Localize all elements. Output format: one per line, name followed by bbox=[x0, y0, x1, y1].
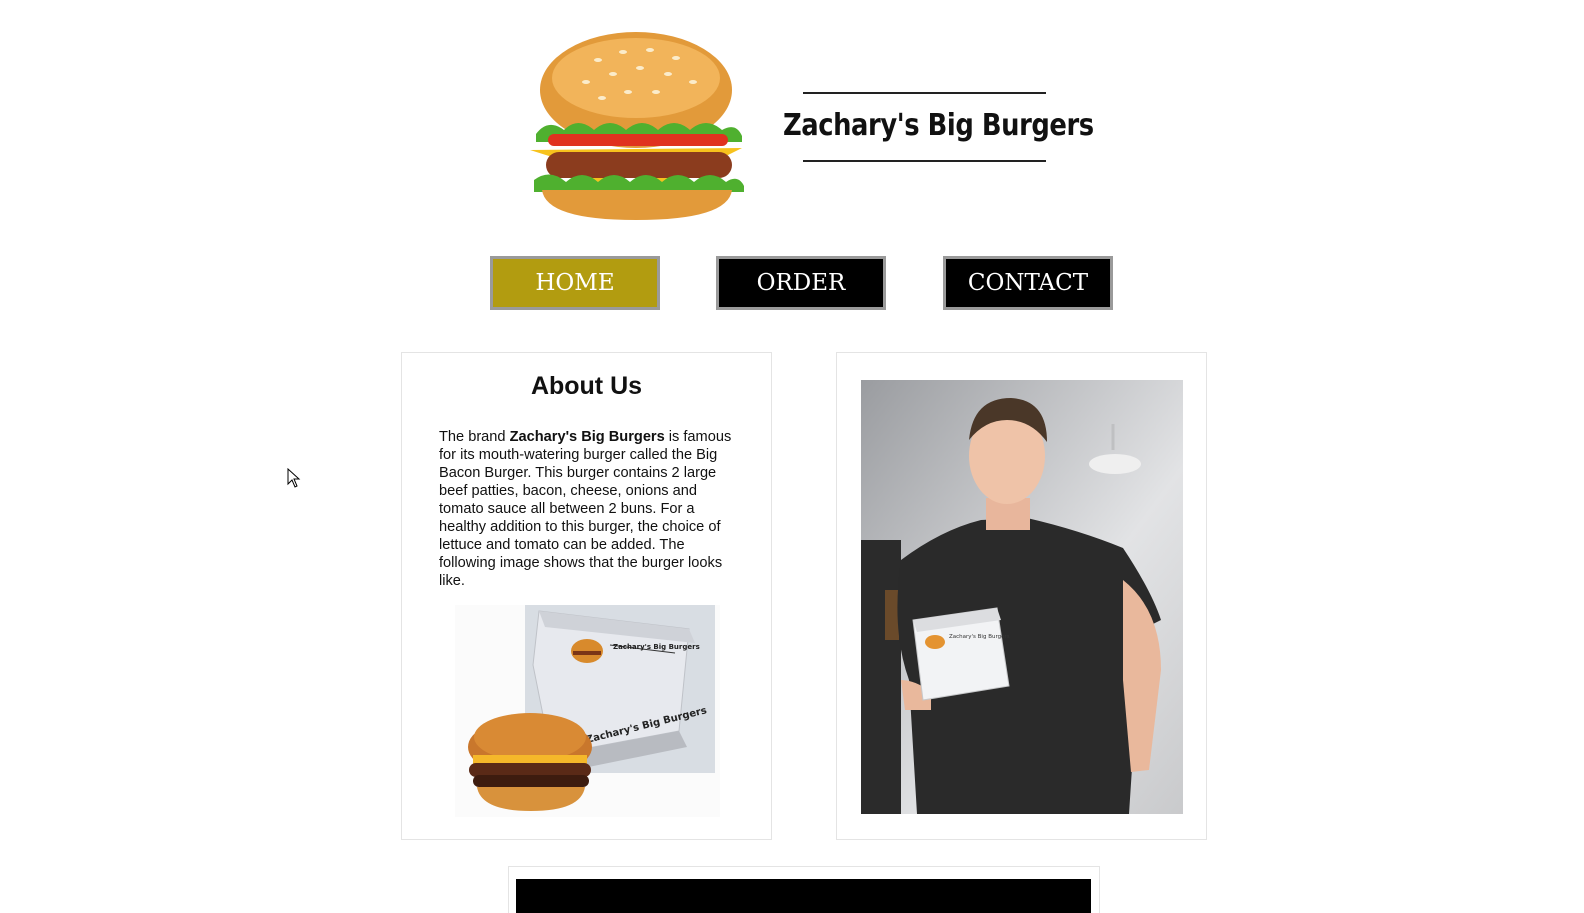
person-holding-box-photo: Zachary's Big Burgers bbox=[861, 380, 1183, 814]
burger-box-image: Zachary's Big Burgers Zachary's Big Burg… bbox=[455, 605, 720, 817]
nav-home-button[interactable]: HOME bbox=[490, 256, 660, 310]
box-print-top: Zachary's Big Burgers bbox=[613, 643, 700, 651]
nav-contact-button[interactable]: CONTACT bbox=[943, 256, 1113, 310]
about-text: The brand Zachary's Big Burgers is famou… bbox=[439, 428, 739, 590]
nav-order-button[interactable]: ORDER bbox=[716, 256, 886, 310]
about-body: is famous for its mouth-watering burger … bbox=[439, 429, 732, 589]
about-brand-bold: Zachary's Big Burgers bbox=[509, 429, 665, 445]
page: Zachary's Big Burgers HOME ORDER CONTACT… bbox=[0, 0, 1584, 913]
about-intro: The brand bbox=[439, 429, 510, 445]
footer-banner bbox=[516, 879, 1091, 913]
burger-logo-icon[interactable] bbox=[528, 30, 750, 222]
about-title: About Us bbox=[530, 372, 643, 400]
brand-title: Zachary's Big Burgers bbox=[783, 108, 1094, 143]
brand-line-bottom bbox=[803, 160, 1046, 162]
photo-box-print: Zachary's Big Burgers bbox=[949, 634, 1010, 640]
mouse-cursor-icon bbox=[287, 468, 301, 488]
brand-line-top bbox=[803, 92, 1046, 94]
header: Zachary's Big Burgers bbox=[0, 0, 1584, 230]
